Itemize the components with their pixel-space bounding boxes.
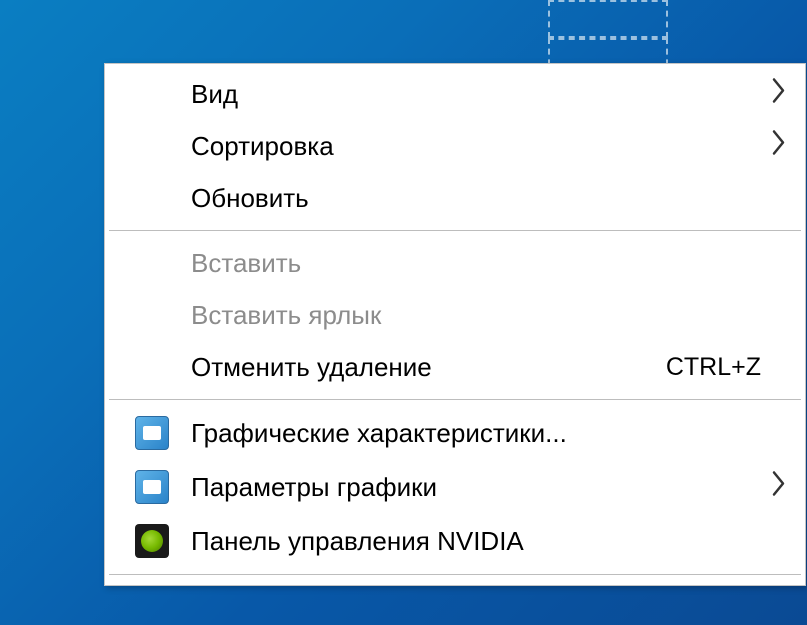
intel-graphics-icon bbox=[135, 416, 183, 450]
menu-item-shortcut: CTRL+Z bbox=[666, 353, 785, 382]
menu-item-undo-delete[interactable]: Отменить удаление CTRL+Z bbox=[105, 341, 805, 393]
menu-separator bbox=[109, 399, 801, 400]
menu-separator bbox=[109, 230, 801, 231]
menu-item-label: Обновить bbox=[183, 183, 785, 214]
menu-item-label: Параметры графики bbox=[183, 472, 785, 503]
menu-item-label: Вставить ярлык bbox=[183, 300, 785, 331]
menu-item-paste-shortcut: Вставить ярлык bbox=[105, 289, 805, 341]
menu-item-view[interactable]: Вид bbox=[105, 68, 805, 120]
intel-graphics-icon bbox=[135, 470, 183, 504]
menu-item-label: Панель управления NVIDIA bbox=[183, 526, 785, 557]
chevron-right-icon bbox=[771, 130, 787, 163]
menu-item-label: Отменить удаление bbox=[183, 352, 666, 383]
menu-item-graphics-params[interactable]: Параметры графики bbox=[105, 460, 805, 514]
chevron-right-icon bbox=[771, 471, 787, 504]
chevron-right-icon bbox=[771, 78, 787, 111]
menu-separator bbox=[109, 574, 801, 575]
menu-item-label: Графические характеристики... bbox=[183, 418, 785, 449]
menu-item-label: Сортировка bbox=[183, 131, 785, 162]
menu-item-refresh[interactable]: Обновить bbox=[105, 172, 805, 224]
nvidia-icon bbox=[135, 524, 183, 558]
menu-item-paste: Вставить bbox=[105, 237, 805, 289]
desktop-context-menu: Вид Сортировка Обновить Вставить Вставит… bbox=[104, 63, 806, 586]
menu-item-label: Вставить bbox=[183, 248, 785, 279]
menu-item-nvidia-panel[interactable]: Панель управления NVIDIA bbox=[105, 514, 805, 568]
menu-item-label: Вид bbox=[183, 79, 785, 110]
menu-item-graphics-properties[interactable]: Графические характеристики... bbox=[105, 406, 805, 460]
desktop-icon-selection[interactable] bbox=[548, 0, 668, 38]
menu-item-sort[interactable]: Сортировка bbox=[105, 120, 805, 172]
